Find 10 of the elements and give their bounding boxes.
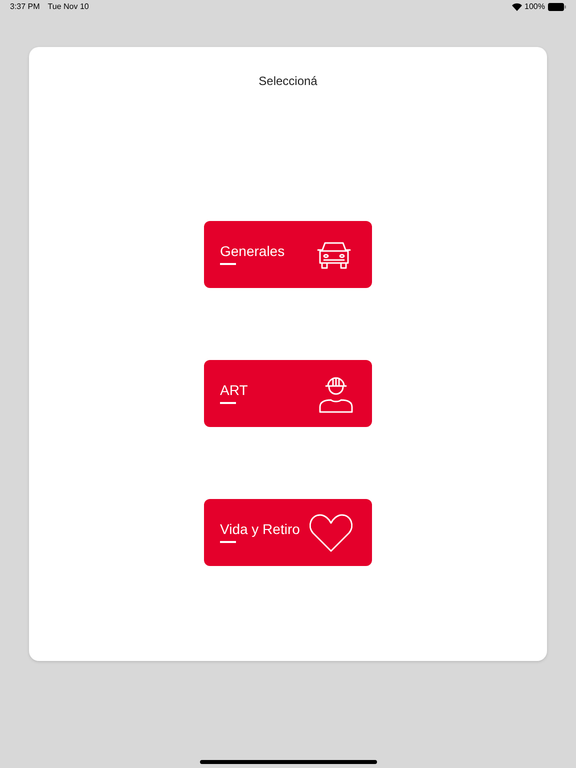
category-button[interactable]: Generales <box>204 221 372 288</box>
category-button[interactable]: Vida y Retiro <box>204 499 372 566</box>
battery-icon <box>548 3 566 11</box>
category-button[interactable]: ART <box>204 360 372 427</box>
wifi-icon <box>512 3 522 11</box>
heart-icon <box>308 512 354 552</box>
status-date: Tue Nov 10 <box>48 1 89 13</box>
battery-percent: 100% <box>524 1 545 13</box>
status-time: 3:37 PM <box>10 1 40 13</box>
page-title: Seleccioná <box>258 73 318 90</box>
